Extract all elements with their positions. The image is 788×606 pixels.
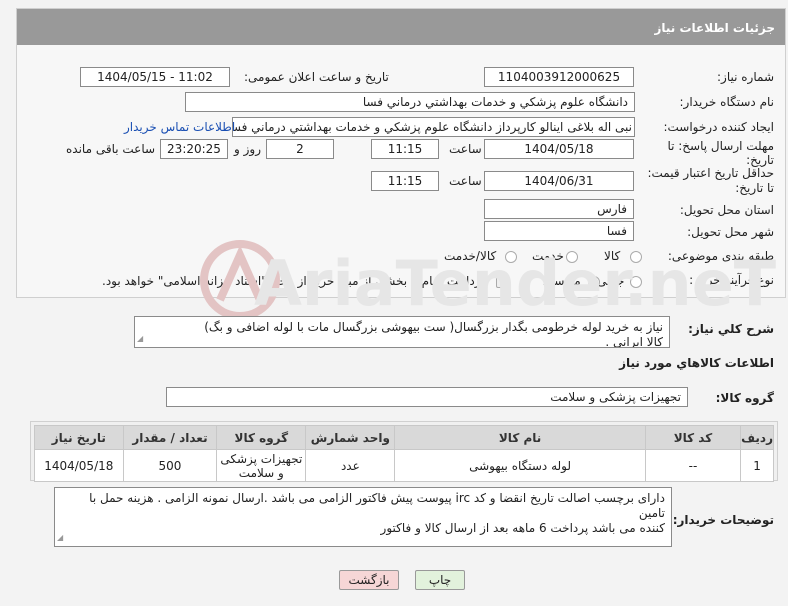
cell-code: -- [644,449,742,482]
remaining-days-field[interactable]: 2 [266,139,334,159]
creator-label: ایجاد کننده درخواست: [663,120,774,134]
remaining-time-field[interactable]: 23:20:25 [160,139,228,159]
creator-field[interactable]: نبی اله بلاغی اینالو کارپرداز دانشگاه عل… [232,117,635,137]
panel-title: جزئیات اطلاعات نیاز [654,21,775,35]
treasury-payment-note: پرداخت تمام یا بخشی از مبلغ خرید،از محل … [102,274,485,288]
validity-label: حداقل تاریخ اعتبار قیمت: [647,166,774,180]
cell-need-date: 1404/05/18 [34,449,124,482]
cell-unit: عدد [305,449,396,482]
buyer-org-label: نام دستگاه خریدار: [679,95,775,109]
category-option-goods: کالا [604,249,621,263]
treasury-payment-checkbox[interactable] [496,276,508,288]
col-header-group: گروه کالا [216,425,307,450]
table-row[interactable]: 1 -- لوله دستگاه بیهوشی عدد تجهیزات پزشک… [34,449,774,482]
process-label: نوع فرآیند خرید : [689,273,774,287]
buyer-notes-line-2: کننده می باشد پرداخت 6 ماهه بعد از ارسال… [380,521,665,535]
col-header-name: نام کالا [394,425,646,450]
items-table: ردیف کد کالا نام کالا واحد شمارش گروه کا… [34,425,774,482]
category-radio-service[interactable] [566,251,578,263]
buyer-notes-line-1: دارای برچسب اصالت تاریخ انقضا و کد irc پ… [89,491,665,520]
goods-group-label: گروه کالا: [715,391,774,405]
province-field[interactable]: فارس [484,199,634,219]
need-number-field[interactable]: 1104003912000625 [484,67,634,87]
deadline-label: مهلت ارسال پاسخ: تا [667,139,774,153]
category-radio-goods-service[interactable] [505,251,517,263]
summary-label: شرح کلي نياز: [688,322,774,336]
col-header-unit: واحد شمارش [305,425,396,450]
process-option-medium: متوسط [543,274,581,288]
buyer-contact-link[interactable]: اطلاعات تماس خریدار [124,120,235,134]
cell-name: لوله دستگاه بیهوشی [394,449,646,482]
announce-datetime-field[interactable]: 1404/05/15 - 11:02 [80,67,230,87]
print-button[interactable]: چاپ [415,570,465,590]
validity-label-date: تا تاریخ: [735,181,774,195]
deadline-time-field[interactable]: 11:15 [371,139,439,159]
announce-label: تاریخ و ساعت اعلان عمومی: [244,70,389,84]
col-header-row-number: ردیف [740,425,774,450]
province-label: استان محل تحویل: [679,203,774,217]
remaining-label: ساعت باقی مانده [66,142,156,156]
process-radio-medium[interactable] [588,276,600,288]
back-button[interactable]: بازگشت [339,570,399,590]
summary-line-2: کالا ایرانی . [605,335,663,348]
process-option-minor: جزیی [597,274,625,288]
days-label: روز و [234,142,261,156]
col-header-code: کد کالا [644,425,742,450]
buyer-notes-textarea[interactable]: دارای برچسب اصالت تاریخ انقضا و کد irc پ… [54,487,672,547]
category-option-goods-service: کالا/خدمت [444,249,497,263]
table-header-row: ردیف کد کالا نام کالا واحد شمارش گروه کا… [34,425,774,450]
col-header-quantity: تعداد / مقدار [122,425,218,450]
validity-time-field[interactable]: 11:15 [371,171,439,191]
deadline-label-date: تاریخ: [746,153,774,167]
goods-info-title: اطلاعات کالاهاي مورد نياز [619,356,774,370]
cell-group: تجهیزات پزشکی و سلامت [216,449,307,482]
category-option-service: خدمت [532,249,564,263]
city-label: شهر محل تحویل: [687,225,774,239]
city-field[interactable]: فسا [484,221,634,241]
panel-header: جزئیات اطلاعات نیاز [17,9,785,45]
goods-group-field[interactable]: تجهیزات پزشکی و سلامت [166,387,688,407]
buyer-org-field[interactable]: دانشگاه علوم پزشکي و خدمات بهداشتي درمان… [185,92,635,112]
process-radio-minor[interactable] [630,276,642,288]
buyer-notes-label: توضیحات خریدار: [672,513,774,527]
validity-date-field[interactable]: 1404/06/31 [484,171,634,191]
cell-row-number: 1 [740,449,774,482]
category-radio-goods[interactable] [630,251,642,263]
summary-textarea[interactable]: نیاز به خرید لوله خرطومی بگدار بزرگسال( … [134,316,670,348]
col-header-need-date: تاریخ نیاز [34,425,124,450]
resize-handle-icon[interactable]: ◢ [57,530,63,545]
deadline-date-field[interactable]: 1404/05/18 [484,139,634,159]
need-number-label: شماره نیاز: [717,70,774,84]
resize-handle-icon[interactable]: ◢ [137,331,143,346]
validity-hour-label: ساعت [449,174,482,188]
cell-quantity: 500 [122,449,218,482]
category-label: طبقه بندی موضوعی: [667,249,774,263]
summary-line-1: نیاز به خرید لوله خرطومی بگدار بزرگسال( … [204,320,663,334]
deadline-hour-label: ساعت [449,142,482,156]
